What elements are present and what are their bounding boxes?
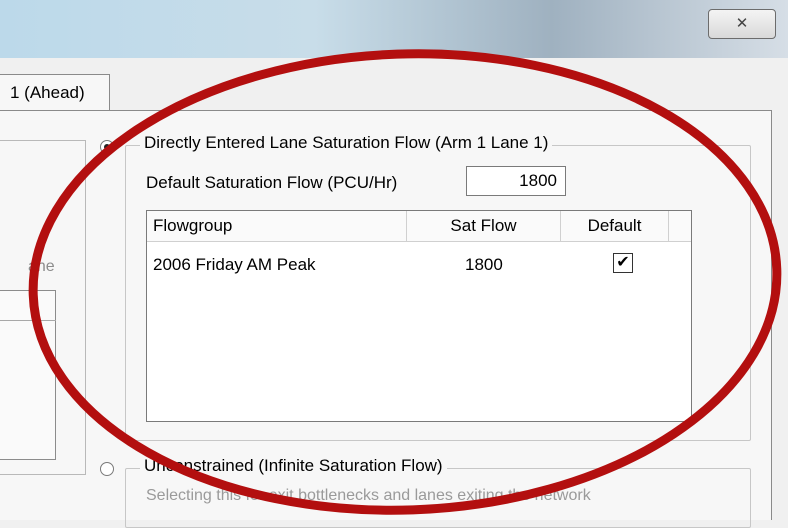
left-list-divider xyxy=(0,320,56,321)
left-group-label-fragment: ane xyxy=(28,258,55,275)
unconstrained-hint: Selecting this for exit bottlenecks and … xyxy=(146,487,591,504)
flowgroup-table[interactable]: Flowgroup Sat Flow Default 2006 Friday A… xyxy=(146,210,692,422)
direct-entry-radio[interactable] xyxy=(100,140,114,154)
close-button[interactable]: ✕ xyxy=(708,9,776,39)
row-default-checkbox[interactable]: ✔ xyxy=(613,253,633,273)
unconstrained-radio[interactable] xyxy=(100,462,114,476)
close-icon: ✕ xyxy=(735,15,749,32)
left-list[interactable] xyxy=(0,290,56,460)
column-header-sat-flow[interactable]: Sat Flow xyxy=(407,211,561,241)
column-header-flowgroup[interactable]: Flowgroup xyxy=(147,211,407,241)
row-sat-flow-cell: 1800 xyxy=(465,255,503,274)
default-flow-input[interactable]: 1800 xyxy=(466,166,566,196)
unconstrained-legend: Unconstrained (Infinite Saturation Flow) xyxy=(140,456,447,476)
tab-arm-1-ahead[interactable]: 1 (Ahead) xyxy=(0,74,110,110)
default-flow-label: Default Saturation Flow (PCU/Hr) xyxy=(146,173,398,192)
direct-entry-legend: Directly Entered Lane Saturation Flow (A… xyxy=(140,133,553,153)
table-header: Flowgroup Sat Flow Default xyxy=(147,211,691,242)
check-icon: ✔ xyxy=(616,254,630,271)
column-header-default[interactable]: Default xyxy=(561,211,669,241)
window-titlebar: ✕ xyxy=(0,0,788,58)
tab-label: 1 (Ahead) xyxy=(10,83,85,102)
row-flowgroup-cell: 2006 Friday AM Peak xyxy=(153,255,316,274)
